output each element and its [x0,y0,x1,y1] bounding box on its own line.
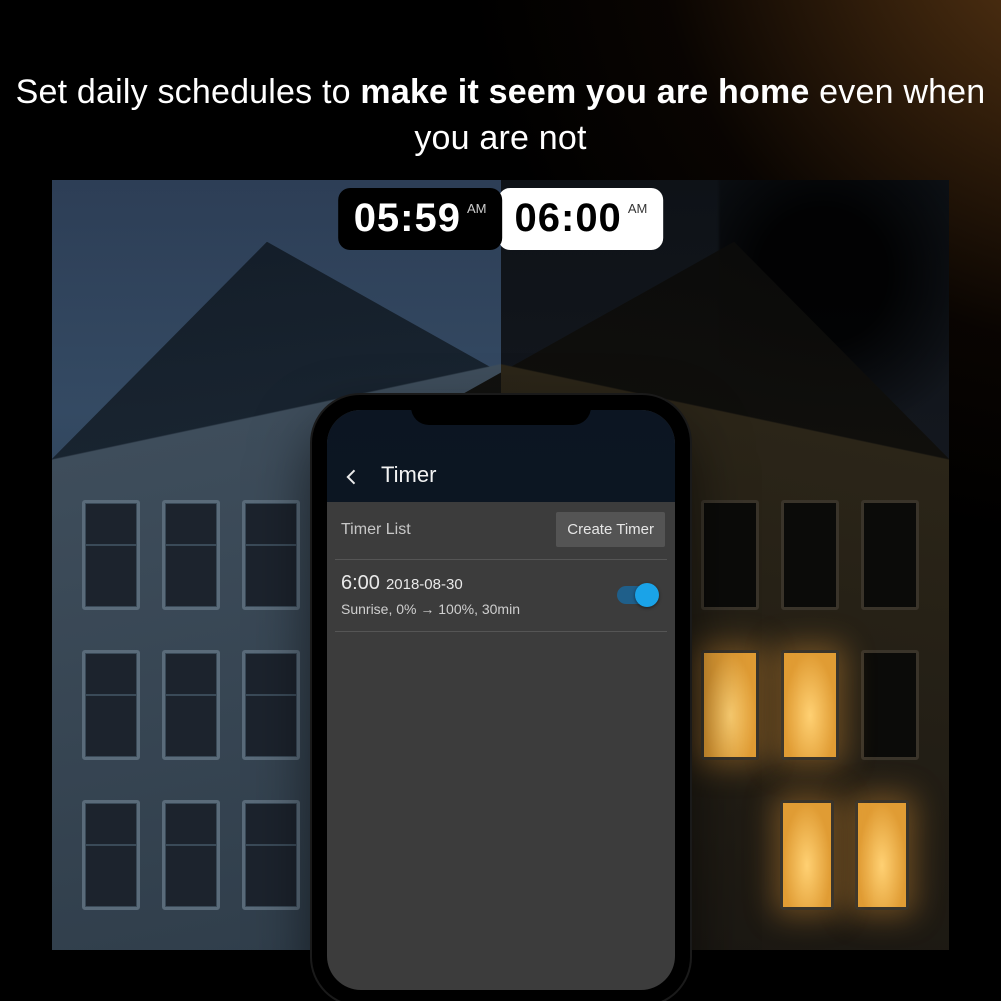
app-screen: Timer Timer List Create Timer 6:00 2018-0… [327,410,675,990]
phone-frame: Timer Timer List Create Timer 6:00 2018-0… [312,395,690,1001]
time-badges: 05:59 AM 06:00 AM [338,188,664,250]
timer-row-text: 6:00 2018-08-30 Sunrise, 0% → 100%, 30min [341,572,520,617]
time-badge-before: 05:59 AM [338,188,503,250]
timer-enabled-toggle[interactable] [617,586,657,604]
marketing-headline: Set daily schedules to make it seem you … [0,70,1001,162]
headline-bold: make it seem you are home [360,73,809,111]
timer-time: 6:00 [341,572,380,594]
timer-date: 2018-08-30 [386,576,463,593]
app-bar-title: Timer [381,462,436,488]
toggle-knob-icon [635,583,659,607]
time-after-ampm: AM [628,201,648,216]
timer-detail: Sunrise, 0% → 100%, 30min [341,601,520,617]
time-before-value: 05:59 [354,196,461,241]
timer-list-label: Timer List [341,521,411,539]
phone-notch [411,395,591,425]
timer-list-header: Timer List Create Timer [327,502,675,557]
timer-row[interactable]: 6:00 2018-08-30 Sunrise, 0% → 100%, 30min [335,559,667,632]
time-badge-after: 06:00 AM [499,188,664,250]
time-before-ampm: AM [467,201,487,216]
timer-row-line1: 6:00 2018-08-30 [341,572,520,595]
back-arrow-icon[interactable] [341,466,363,488]
create-timer-button[interactable]: Create Timer [556,512,665,547]
headline-part1: Set daily schedules to [16,73,361,111]
time-after-value: 06:00 [515,196,622,241]
